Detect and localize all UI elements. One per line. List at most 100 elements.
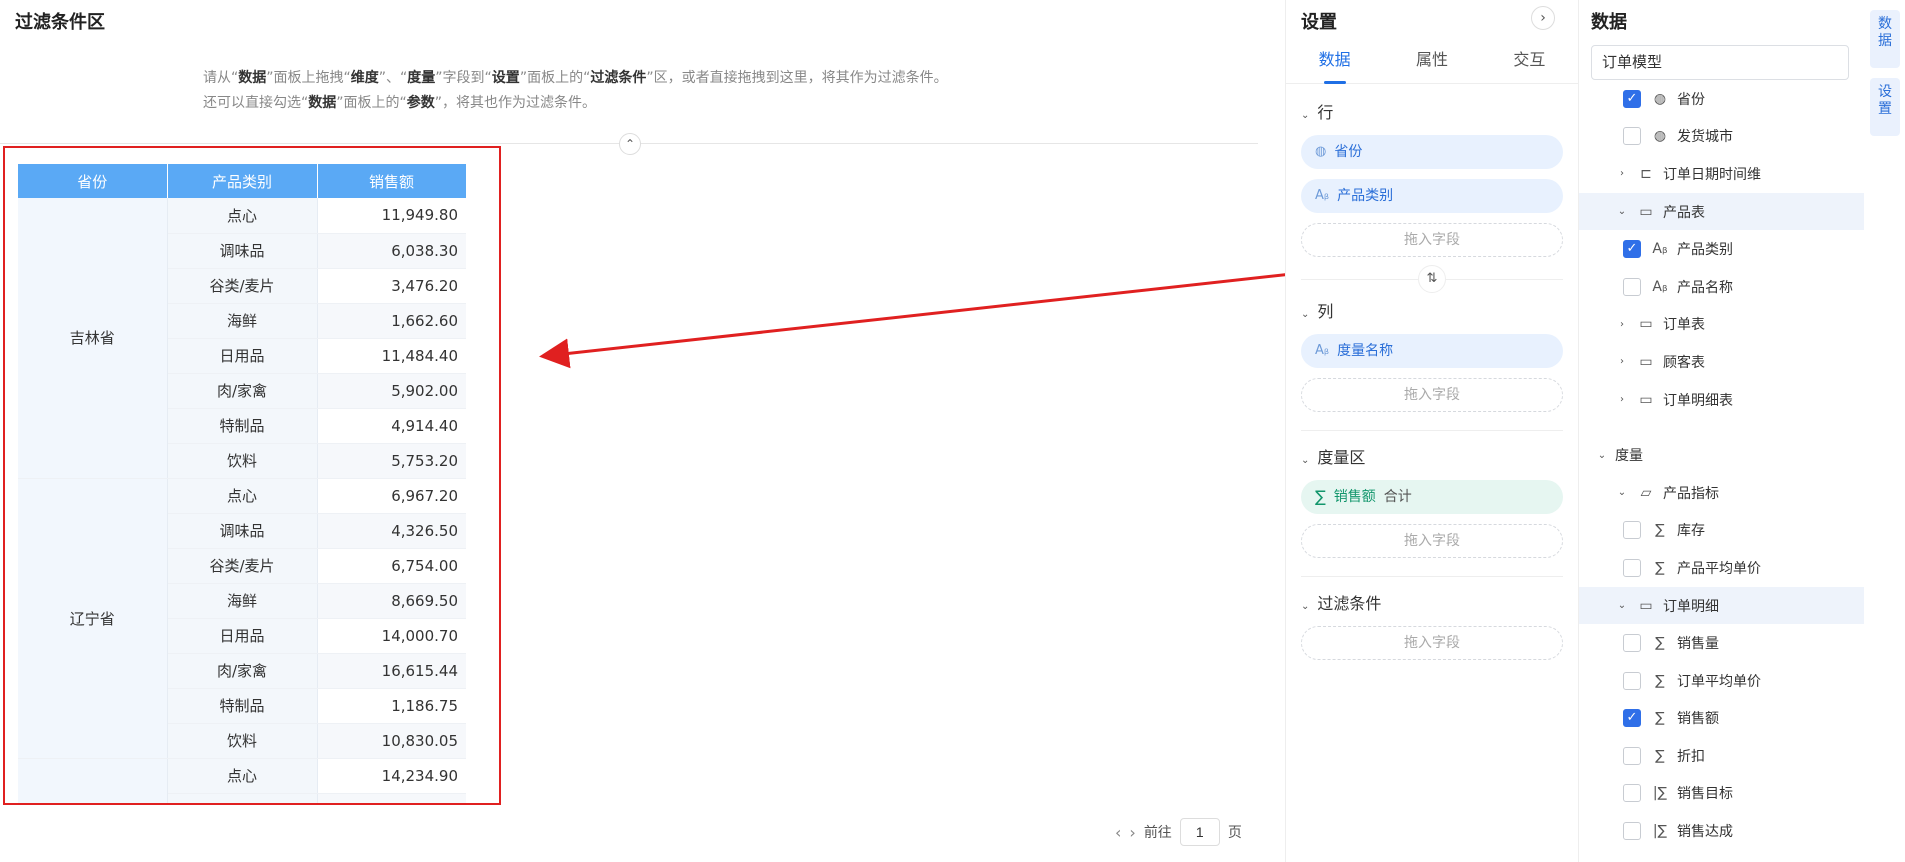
category-cell[interactable]: 日用品 xyxy=(167,338,318,374)
collapse-settings-button[interactable]: › xyxy=(1531,6,1555,30)
category-cell[interactable]: 点心 xyxy=(167,198,318,234)
sales-cell[interactable] xyxy=(317,793,466,803)
tree-node[interactable]: ◍ 发货城市 xyxy=(1579,118,1864,156)
cols-header[interactable]: ⌄ 列 xyxy=(1301,300,1563,324)
tree-node[interactable]: ✓ ∑ 销售额 xyxy=(1579,700,1864,738)
sales-cell[interactable]: 6,038.30 xyxy=(317,233,466,269)
field-checkbox[interactable] xyxy=(1623,277,1641,296)
category-cell[interactable]: 饮料 xyxy=(167,443,318,479)
tree-node[interactable]: ∑ 产品平均单价 xyxy=(1579,549,1864,587)
province-cell[interactable] xyxy=(18,758,168,803)
category-cell[interactable]: 谷类/麦片 xyxy=(167,548,318,584)
tree-node[interactable]: › ⊏ 订单日期时间维 xyxy=(1579,155,1864,193)
tree-node[interactable]: ⌄ 度量 xyxy=(1579,436,1864,474)
tree-node[interactable]: ∑ 折扣 xyxy=(1579,737,1864,775)
category-cell[interactable]: 特制品 xyxy=(167,688,318,724)
side-tab-settings[interactable]: 设置 xyxy=(1870,78,1900,136)
sales-cell[interactable]: 4,326.50 xyxy=(317,513,466,549)
tree-node[interactable]: Aᵦ 产品名称 xyxy=(1579,268,1864,306)
next-page-button[interactable]: › xyxy=(1129,823,1135,842)
category-cell[interactable]: 肉/家禽 xyxy=(167,653,318,689)
category-cell[interactable]: 海鲜 xyxy=(167,303,318,339)
sales-cell[interactable]: 16,615.44 xyxy=(317,653,466,689)
col-field-measure-name[interactable]: Aᵦ 度量名称 xyxy=(1301,334,1563,368)
field-checkbox[interactable]: ✓ xyxy=(1623,240,1641,259)
chevron-right-icon[interactable]: › xyxy=(1615,356,1629,367)
tree-node[interactable]: ∑ 订单平均单价 xyxy=(1579,662,1864,700)
category-cell[interactable]: 调味品 xyxy=(167,513,318,549)
tab-data[interactable]: 数据 xyxy=(1286,46,1383,84)
cols-drop-zone[interactable]: 拖入字段 xyxy=(1301,378,1563,412)
chevron-right-icon[interactable]: › xyxy=(1615,319,1629,330)
model-select[interactable]: 订单模型 xyxy=(1591,45,1849,80)
tree-node[interactable]: ⌄ ▭ 订单明细 xyxy=(1579,586,1864,625)
sales-cell[interactable]: 11,484.40 xyxy=(317,338,466,374)
rows-header[interactable]: ⌄ 行 xyxy=(1301,101,1563,125)
sales-cell[interactable]: 11,949.80 xyxy=(317,198,466,234)
field-checkbox[interactable] xyxy=(1623,521,1641,540)
field-checkbox[interactable] xyxy=(1623,127,1641,146)
tree-node[interactable]: ⌄ ▭ 产品表 xyxy=(1579,192,1864,231)
chevron-down-icon[interactable]: ⌄ xyxy=(1595,450,1609,461)
sales-cell[interactable]: 1,662.60 xyxy=(317,303,466,339)
prev-page-button[interactable]: ‹ xyxy=(1115,823,1121,842)
chevron-down-icon[interactable]: ⌄ xyxy=(1615,600,1629,611)
filter-drop-zone[interactable]: 拖入字段 xyxy=(1301,626,1563,660)
sales-cell[interactable]: 5,902.00 xyxy=(317,373,466,409)
field-checkbox[interactable] xyxy=(1623,746,1641,765)
tree-node[interactable]: |∑ 销售目标 xyxy=(1579,775,1864,813)
chevron-down-icon[interactable]: ⌄ xyxy=(1615,487,1629,498)
category-cell[interactable]: 日用品 xyxy=(167,618,318,654)
field-checkbox[interactable]: ✓ xyxy=(1623,709,1641,728)
category-cell[interactable]: 特制品 xyxy=(167,408,318,444)
category-cell[interactable] xyxy=(167,793,318,803)
tab-interaction[interactable]: 交互 xyxy=(1481,46,1578,83)
header-province[interactable]: 省份 xyxy=(18,164,168,198)
field-checkbox[interactable] xyxy=(1623,558,1641,577)
measure-header[interactable]: ⌄ 度量区 xyxy=(1301,446,1563,470)
sales-cell[interactable]: 10,830.05 xyxy=(317,723,466,759)
category-cell[interactable]: 点心 xyxy=(167,478,318,514)
sales-cell[interactable]: 3,476.20 xyxy=(317,268,466,304)
measure-drop-zone[interactable]: 拖入字段 xyxy=(1301,524,1563,558)
swap-rows-cols-button[interactable]: ⇅ xyxy=(1418,265,1446,293)
field-checkbox[interactable] xyxy=(1623,784,1641,803)
page-input[interactable] xyxy=(1179,818,1220,846)
category-cell[interactable]: 肉/家禽 xyxy=(167,373,318,409)
rows-drop-zone[interactable]: 拖入字段 xyxy=(1301,223,1563,257)
field-checkbox[interactable] xyxy=(1623,822,1641,841)
tree-node[interactable]: ✓ Aᵦ 产品类别 xyxy=(1579,230,1864,268)
side-tab-data[interactable]: 数据 xyxy=(1870,10,1900,68)
sales-cell[interactable]: 6,967.20 xyxy=(317,478,466,514)
category-cell[interactable]: 调味品 xyxy=(167,233,318,269)
filter-header[interactable]: ⌄ 过滤条件 xyxy=(1301,592,1563,616)
category-cell[interactable]: 饮料 xyxy=(167,723,318,759)
row-field-province[interactable]: ◍ 省份 xyxy=(1301,135,1563,169)
category-cell[interactable]: 海鲜 xyxy=(167,583,318,619)
province-cell[interactable]: 吉林省 xyxy=(18,198,168,479)
sales-cell[interactable]: 14,000.70 xyxy=(317,618,466,654)
sales-cell[interactable]: 8,669.50 xyxy=(317,583,466,619)
province-cell[interactable]: 辽宁省 xyxy=(18,478,168,759)
tree-node[interactable]: ⌄ ▱ 产品指标 xyxy=(1579,474,1864,512)
sales-cell[interactable]: 1,186.75 xyxy=(317,688,466,724)
collapse-filter-button[interactable]: ⌃ xyxy=(619,133,641,155)
tree-node[interactable]: › ▭ 订单表 xyxy=(1579,306,1864,344)
tab-properties[interactable]: 属性 xyxy=(1383,46,1480,83)
sales-cell[interactable]: 4,914.40 xyxy=(317,408,466,444)
category-cell[interactable]: 谷类/麦片 xyxy=(167,268,318,304)
field-checkbox[interactable] xyxy=(1623,671,1641,690)
sales-cell[interactable]: 5,753.20 xyxy=(317,443,466,479)
tree-node[interactable]: |∑ 销售达成 xyxy=(1579,812,1864,850)
header-sales[interactable]: 销售额 xyxy=(317,164,467,198)
category-cell[interactable]: 点心 xyxy=(167,758,318,794)
header-category[interactable]: 产品类别 xyxy=(167,164,318,198)
sales-cell[interactable]: 14,234.90 xyxy=(317,758,466,794)
field-checkbox[interactable] xyxy=(1623,634,1641,653)
tree-node[interactable]: ✓ ◍ 省份 xyxy=(1579,80,1864,118)
sales-cell[interactable]: 6,754.00 xyxy=(317,548,466,584)
tree-node[interactable]: ∑ 销售量 xyxy=(1579,624,1864,662)
tree-node[interactable]: ∑ 库存 xyxy=(1579,512,1864,550)
tree-node[interactable]: › ▭ 顾客表 xyxy=(1579,343,1864,381)
field-checkbox[interactable]: ✓ xyxy=(1623,89,1641,108)
